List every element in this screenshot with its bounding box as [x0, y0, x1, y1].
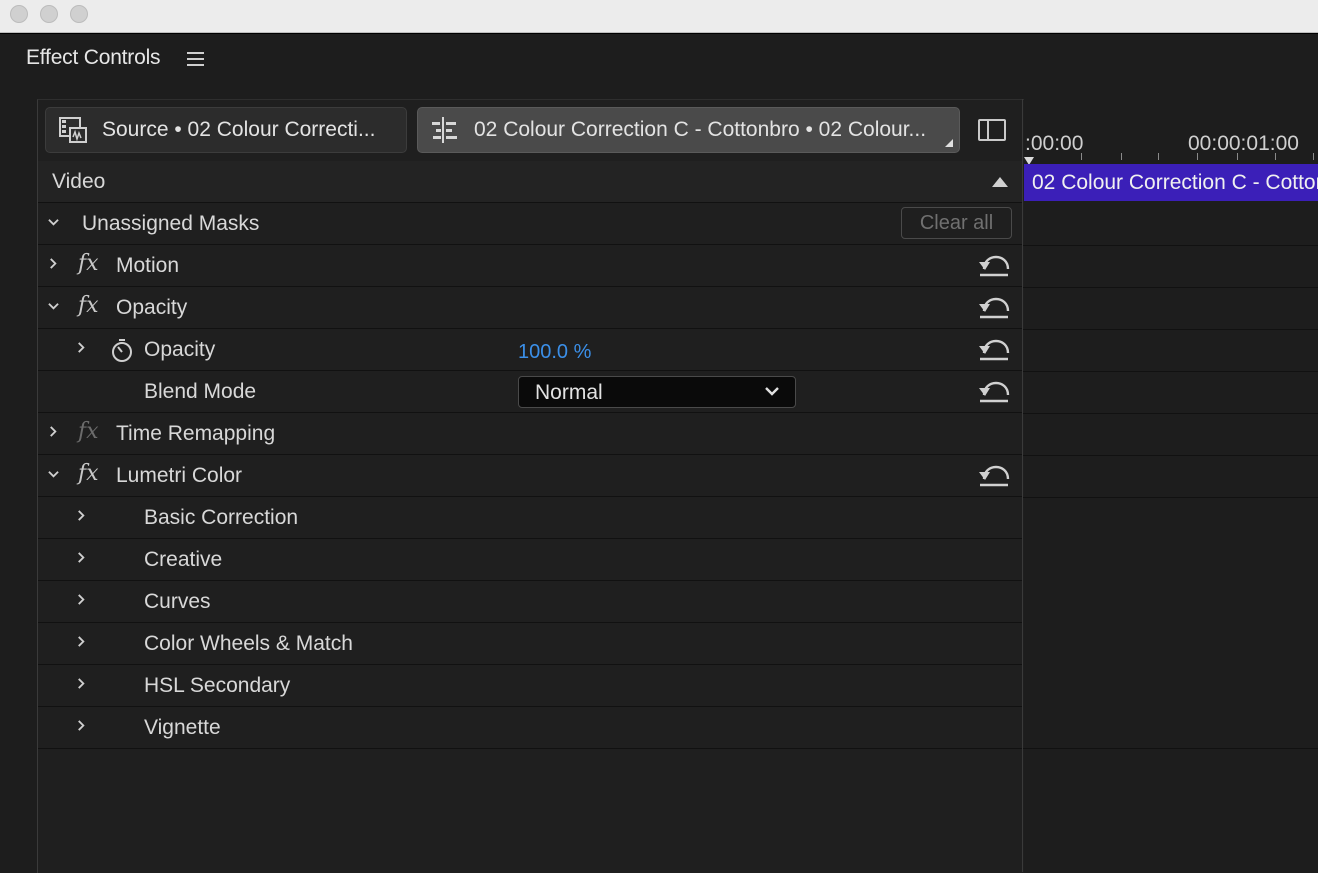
minimize-window-button[interactable]	[40, 5, 58, 23]
blend-mode-value: Normal	[535, 381, 603, 404]
timecode-next-label: 00:00:01:00	[1188, 132, 1299, 155]
timeline-row-divider	[1023, 413, 1318, 414]
timeline-row-divider	[1023, 329, 1318, 330]
zoom-window-button[interactable]	[70, 5, 88, 23]
sequence-icon	[432, 117, 457, 143]
effect-time-remapping-label: Time Remapping	[116, 422, 276, 445]
lumetri-section-label: Creative	[144, 548, 223, 571]
source-tab-label: Source • 02 Colour Correcti...	[102, 118, 376, 141]
ruler-tick	[1313, 153, 1314, 160]
panel-title[interactable]: Effect Controls	[26, 46, 161, 70]
source-clip-tab[interactable]: Source • 02 Colour Correcti...	[45, 107, 407, 153]
lumetri-section-row[interactable]: Curves	[38, 581, 1022, 623]
chevron-right-icon[interactable]	[76, 678, 87, 689]
video-section-label: Video	[52, 170, 106, 193]
lumetri-section-row[interactable]: Basic Correction	[38, 497, 1022, 539]
blend-mode-row: Blend Mode Normal	[38, 371, 1022, 413]
lumetri-section-label: Basic Correction	[144, 506, 299, 529]
panel-menu-icon[interactable]	[187, 52, 204, 66]
chevron-right-icon[interactable]	[76, 552, 87, 563]
chevron-down-icon[interactable]	[48, 301, 59, 312]
chevron-down-icon[interactable]	[48, 217, 59, 228]
scroll-up-icon[interactable]	[992, 177, 1008, 187]
reset-icon[interactable]	[976, 293, 1012, 321]
chevron-right-icon[interactable]	[76, 720, 87, 731]
effect-motion-label: Motion	[116, 254, 180, 277]
effect-time-remapping-row[interactable]: fx Time Remapping	[38, 413, 1022, 455]
opacity-value[interactable]: 100.0 %	[518, 341, 591, 364]
ruler-tick	[1158, 153, 1159, 160]
timecode-start-label: :00:00	[1025, 132, 1084, 155]
lumetri-section-label: HSL Secondary	[144, 674, 291, 697]
lumetri-section-label: Color Wheels & Match	[144, 632, 353, 655]
timeline-row-divider	[1023, 497, 1318, 498]
reset-icon[interactable]	[976, 335, 1012, 363]
chevron-right-icon[interactable]	[48, 258, 59, 269]
ruler-tick	[1237, 153, 1238, 160]
lumetri-section-row[interactable]: Vignette	[38, 707, 1022, 749]
reset-icon[interactable]	[976, 377, 1012, 405]
sequence-tab-label: 02 Colour Correction C - Cottonbro • 02 …	[474, 118, 927, 141]
lumetri-section-row[interactable]: HSL Secondary	[38, 665, 1022, 707]
chevron-right-icon[interactable]	[76, 510, 87, 521]
unassigned-masks-row[interactable]: Unassigned Masks Clear all	[38, 203, 1022, 245]
lumetri-section-row[interactable]: Color Wheels & Match	[38, 623, 1022, 665]
chevron-right-icon[interactable]	[76, 594, 87, 605]
resize-corner-icon	[945, 139, 953, 147]
effect-opacity-label: Opacity	[116, 296, 188, 319]
opacity-param-label: Opacity	[144, 338, 216, 361]
fx-icon: fx	[78, 419, 99, 444]
window-titlebar	[0, 0, 1318, 33]
reset-icon[interactable]	[976, 461, 1012, 489]
blend-mode-select[interactable]: Normal	[518, 376, 796, 408]
reset-icon[interactable]	[976, 251, 1012, 279]
lumetri-section-row[interactable]: Creative	[38, 539, 1022, 581]
stopwatch-icon[interactable]	[110, 338, 134, 364]
chevron-right-icon[interactable]	[48, 426, 59, 437]
chevron-down-icon	[765, 387, 779, 396]
opacity-param-row[interactable]: Opacity 100.0 %	[38, 329, 1022, 371]
chevron-right-icon[interactable]	[76, 342, 87, 353]
timeline-ruler[interactable]: :00:00 00:00:01:00	[1023, 99, 1318, 161]
timeline-row-divider	[1023, 287, 1318, 288]
timeline-row-divider	[1023, 245, 1318, 246]
effect-motion-row[interactable]: fx Motion	[38, 245, 1022, 287]
chevron-down-icon[interactable]	[48, 469, 59, 480]
sequence-clip-tab[interactable]: 02 Colour Correction C - Cottonbro • 02 …	[417, 107, 960, 153]
close-window-button[interactable]	[10, 5, 28, 23]
lumetri-section-label: Vignette	[144, 716, 221, 739]
toggle-timeline-view-icon[interactable]	[978, 119, 1006, 141]
lumetri-section-label: Curves	[144, 590, 211, 613]
clip-icon	[59, 117, 87, 143]
timeline-clip[interactable]: 02 Colour Correction C - Cottonbro	[1024, 164, 1318, 201]
ruler-tick	[1081, 153, 1082, 160]
timeline-row-divider	[1023, 748, 1318, 749]
blend-mode-label: Blend Mode	[144, 380, 257, 403]
video-section-header: Video	[38, 161, 1022, 203]
chevron-right-icon[interactable]	[76, 636, 87, 647]
effect-opacity-row[interactable]: fx Opacity	[38, 287, 1022, 329]
effect-lumetri-color-row[interactable]: fx Lumetri Color	[38, 455, 1022, 497]
clear-all-button[interactable]: Clear all	[901, 207, 1012, 239]
fx-icon[interactable]: fx	[78, 293, 99, 318]
ruler-tick	[1121, 153, 1122, 160]
fx-icon[interactable]: fx	[78, 251, 99, 276]
ruler-tick	[1275, 153, 1276, 160]
unassigned-masks-label: Unassigned Masks	[82, 212, 260, 235]
timeline-row-divider	[1023, 371, 1318, 372]
panel-divider[interactable]	[1022, 99, 1023, 872]
fx-icon[interactable]: fx	[78, 461, 99, 486]
ruler-tick	[1197, 153, 1198, 160]
timeline-row-divider	[1023, 455, 1318, 456]
effect-lumetri-color-label: Lumetri Color	[116, 464, 243, 487]
